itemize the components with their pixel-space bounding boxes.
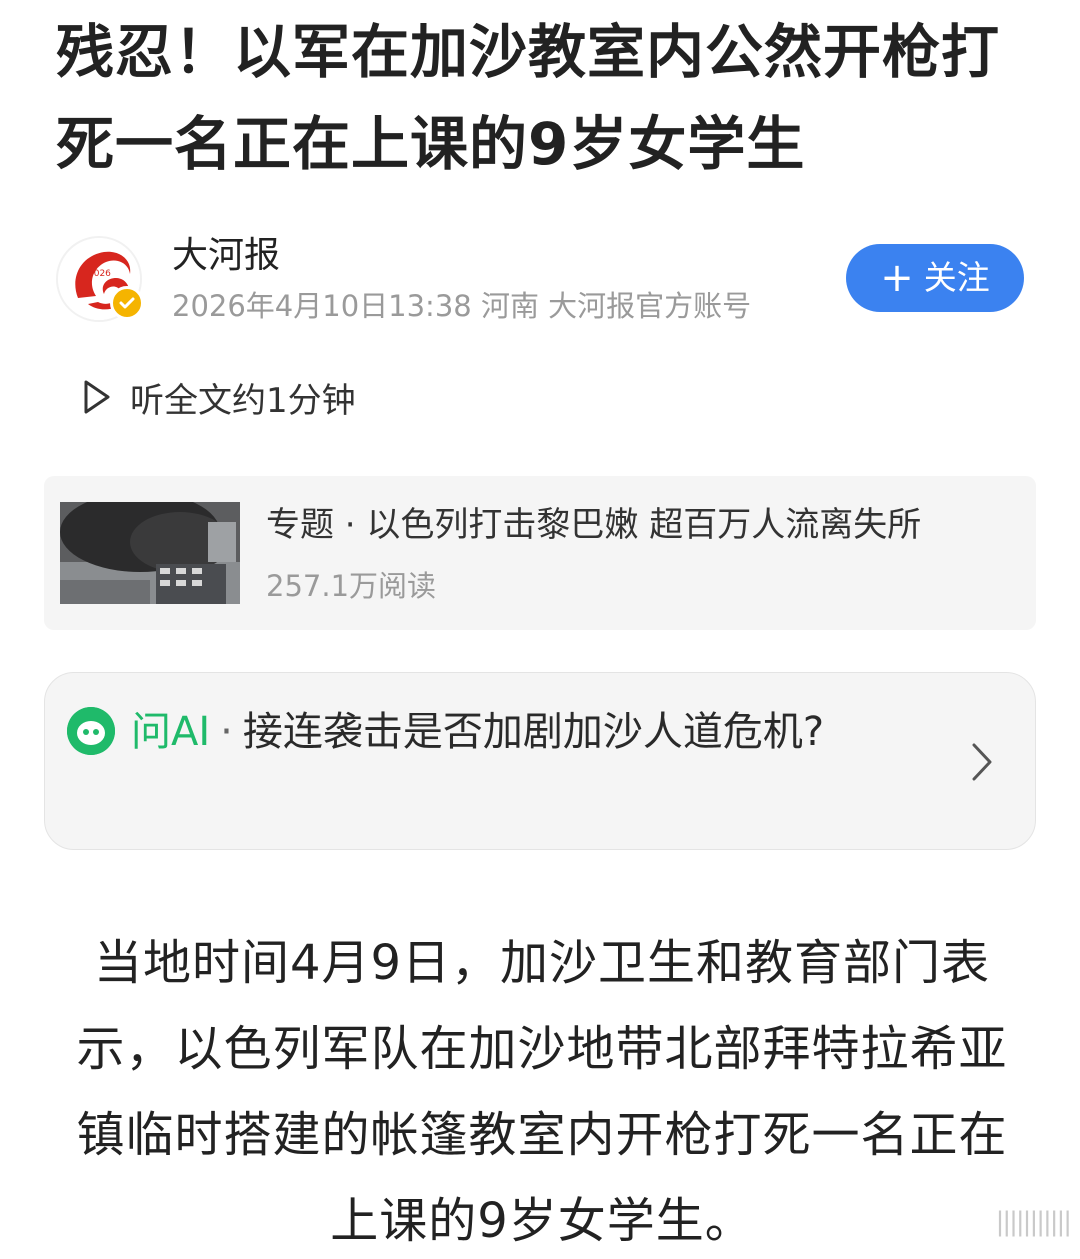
- plus-icon: +: [880, 255, 914, 301]
- topic-title: 专题 · 以色列打击黎巴嫩 超百万人流离失所: [266, 505, 922, 545]
- topic-read-count: 257.1万阅读: [266, 569, 437, 603]
- author-row: 2026 大河报 2026年4月10日13:38 河南 大河报官方账号 + 关注: [56, 234, 1024, 326]
- ask-ai-label: 问AI: [131, 709, 211, 755]
- listen-full-article-button[interactable]: 听全文约1分钟: [80, 372, 356, 422]
- ask-ai-text: 问AI · 接连袭击是否加剧加沙人道危机?: [131, 697, 931, 767]
- ai-assistant-icon: [67, 707, 115, 755]
- chevron-right-icon: [972, 743, 992, 781]
- publish-meta: 2026年4月10日13:38 河南 大河报官方账号: [172, 289, 752, 323]
- author-name[interactable]: 大河报: [172, 234, 280, 278]
- watermark: |||||||||||: [995, 1207, 1072, 1237]
- svg-text:2026: 2026: [88, 269, 111, 279]
- follow-button[interactable]: + 关注: [846, 244, 1024, 312]
- verified-badge-icon: [110, 286, 144, 320]
- follow-label: 关注: [923, 258, 990, 297]
- article-body-paragraph: 当地时间4月9日，加沙卫生和教育部门表示，以色列军队在加沙地带北部拜特拉希亚镇临…: [76, 935, 1008, 1249]
- ask-ai-card[interactable]: 问AI · 接连袭击是否加剧加沙人道危机?: [44, 672, 1036, 850]
- listen-label: 听全文约1分钟: [130, 380, 356, 421]
- ask-ai-separator: ·: [220, 709, 233, 755]
- topic-card[interactable]: 专题 · 以色列打击黎巴嫩 超百万人流离失所 257.1万阅读: [44, 476, 1036, 630]
- play-icon: [84, 380, 110, 414]
- ask-ai-question: 接连袭击是否加剧加沙人道危机?: [242, 709, 825, 755]
- topic-thumbnail: [60, 502, 240, 604]
- article-title: 残忍！以军在加沙教室内公然开枪打死一名正在上课的9岁女学生: [56, 18, 1001, 178]
